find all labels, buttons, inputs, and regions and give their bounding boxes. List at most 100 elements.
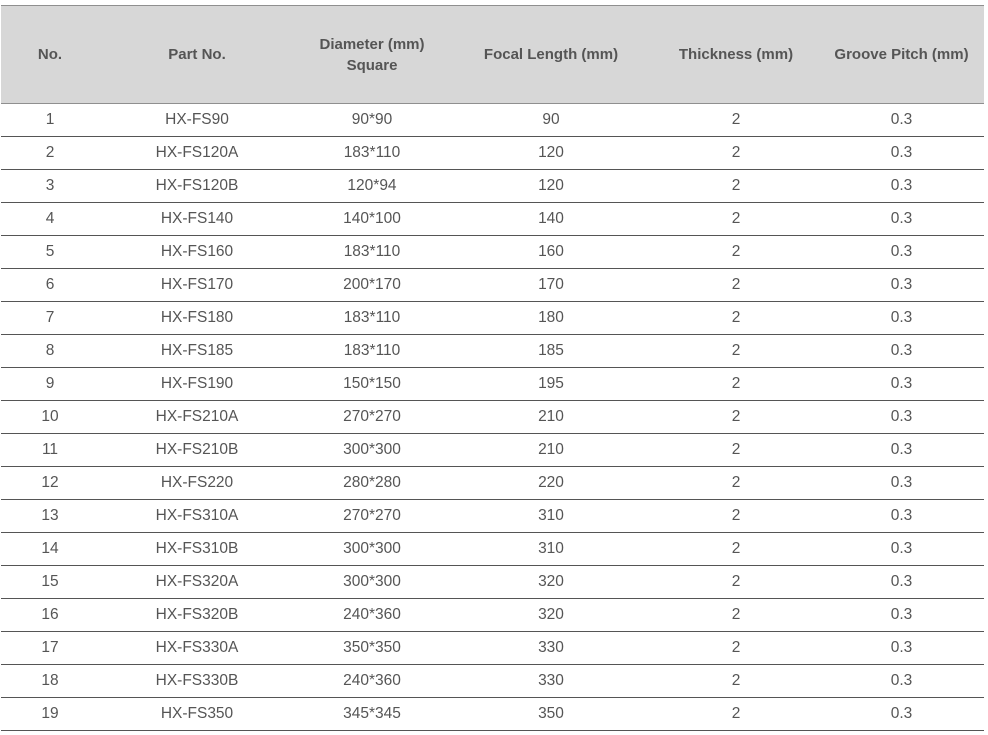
header-label: Diameter (mm) [319,35,425,53]
cell-part-no: HX-FS330A [99,631,295,665]
cell-groove-pitch: 0.3 [819,433,984,467]
cell-groove-pitch: 0.3 [819,499,984,533]
table-row: 5 HX-FS160 183*110 160 2 0.3 [1,235,984,269]
cell-diameter: 240*360 [295,664,449,698]
table-row: 15 HX-FS320A 300*300 320 2 0.3 [1,565,984,599]
cell-focal-length: 310 [449,532,653,566]
table-row: 14 HX-FS310B 300*300 310 2 0.3 [1,532,984,566]
cell-groove-pitch: 0.3 [819,169,984,203]
fresnel-lens-spec-table: No. Part No. Diameter (mm) Square Focal … [1,5,984,731]
cell-no: 19 [1,697,99,731]
cell-thickness: 2 [653,664,819,698]
cell-diameter: 345*345 [295,697,449,731]
header-label: Thickness (mm) [678,46,794,63]
cell-diameter: 183*110 [295,301,449,335]
cell-groove-pitch: 0.3 [819,268,984,302]
cell-diameter: 300*300 [295,565,449,599]
table-row: 2 HX-FS120A 183*110 120 2 0.3 [1,136,984,170]
cell-groove-pitch: 0.3 [819,202,984,236]
cell-no: 1 [1,103,99,137]
cell-groove-pitch: 0.3 [819,400,984,434]
cell-no: 9 [1,367,99,401]
cell-thickness: 2 [653,631,819,665]
cell-focal-length: 310 [449,499,653,533]
cell-thickness: 2 [653,301,819,335]
table-row: 16 HX-FS320B 240*360 320 2 0.3 [1,598,984,632]
cell-focal-length: 180 [449,301,653,335]
table-row: 6 HX-FS170 200*170 170 2 0.3 [1,268,984,302]
cell-diameter: 90*90 [295,103,449,137]
cell-thickness: 2 [653,532,819,566]
table-body: 1 HX-FS90 90*90 90 2 0.3 2 HX-FS120A 183*110 120 2… [1,103,984,731]
cell-thickness: 2 [653,433,819,467]
header-label: Groove Pitch (mm) [834,46,969,63]
cell-focal-length: 90 [449,103,653,137]
cell-no: 5 [1,235,99,269]
cell-part-no: HX-FS190 [99,367,295,401]
cell-focal-length: 160 [449,235,653,269]
cell-thickness: 2 [653,466,819,500]
cell-part-no: HX-FS320A [99,565,295,599]
cell-thickness: 2 [653,499,819,533]
cell-groove-pitch: 0.3 [819,235,984,269]
header-groove-pitch: Groove Pitch (mm) [819,5,984,104]
cell-focal-length: 140 [449,202,653,236]
cell-part-no: HX-FS310A [99,499,295,533]
cell-part-no: HX-FS90 [99,103,295,137]
header-focal-length: Focal Length (mm) [449,5,653,104]
cell-groove-pitch: 0.3 [819,334,984,368]
cell-no: 8 [1,334,99,368]
cell-focal-length: 210 [449,400,653,434]
cell-thickness: 2 [653,235,819,269]
cell-no: 2 [1,136,99,170]
cell-groove-pitch: 0.3 [819,136,984,170]
cell-focal-length: 185 [449,334,653,368]
cell-groove-pitch: 0.3 [819,301,984,335]
cell-thickness: 2 [653,565,819,599]
table-row: 8 HX-FS185 183*110 185 2 0.3 [1,334,984,368]
table-row: 13 HX-FS310A 270*270 310 2 0.3 [1,499,984,533]
cell-part-no: HX-FS160 [99,235,295,269]
cell-focal-length: 350 [449,697,653,731]
cell-thickness: 2 [653,268,819,302]
cell-part-no: HX-FS210B [99,433,295,467]
cell-part-no: HX-FS180 [99,301,295,335]
cell-no: 6 [1,268,99,302]
cell-no: 3 [1,169,99,203]
header-no: No. [1,5,99,104]
cell-diameter: 120*94 [295,169,449,203]
cell-focal-length: 330 [449,631,653,665]
table-header: No. Part No. Diameter (mm) Square Focal … [1,5,984,104]
cell-part-no: HX-FS120B [99,169,295,203]
table-row: 11 HX-FS210B 300*300 210 2 0.3 [1,433,984,467]
cell-groove-pitch: 0.3 [819,466,984,500]
cell-part-no: HX-FS330B [99,664,295,698]
cell-diameter: 270*270 [295,400,449,434]
cell-diameter: 280*280 [295,466,449,500]
cell-thickness: 2 [653,202,819,236]
cell-focal-length: 120 [449,169,653,203]
cell-thickness: 2 [653,697,819,731]
cell-part-no: HX-FS320B [99,598,295,632]
cell-thickness: 2 [653,169,819,203]
table-row: 17 HX-FS330A 350*350 330 2 0.3 [1,631,984,665]
cell-groove-pitch: 0.3 [819,565,984,599]
cell-diameter: 183*110 [295,235,449,269]
cell-diameter: 183*110 [295,136,449,170]
cell-diameter: 140*100 [295,202,449,236]
cell-no: 11 [1,433,99,467]
cell-groove-pitch: 0.3 [819,697,984,731]
cell-no: 13 [1,499,99,533]
cell-focal-length: 320 [449,598,653,632]
header-row: No. Part No. Diameter (mm) Square Focal … [1,5,984,104]
cell-thickness: 2 [653,136,819,170]
cell-no: 12 [1,466,99,500]
cell-groove-pitch: 0.3 [819,664,984,698]
table-row: 19 HX-FS350 345*345 350 2 0.3 [1,697,984,731]
cell-diameter: 350*350 [295,631,449,665]
cell-no: 7 [1,301,99,335]
cell-no: 4 [1,202,99,236]
cell-focal-length: 195 [449,367,653,401]
cell-focal-length: 120 [449,136,653,170]
cell-no: 14 [1,532,99,566]
